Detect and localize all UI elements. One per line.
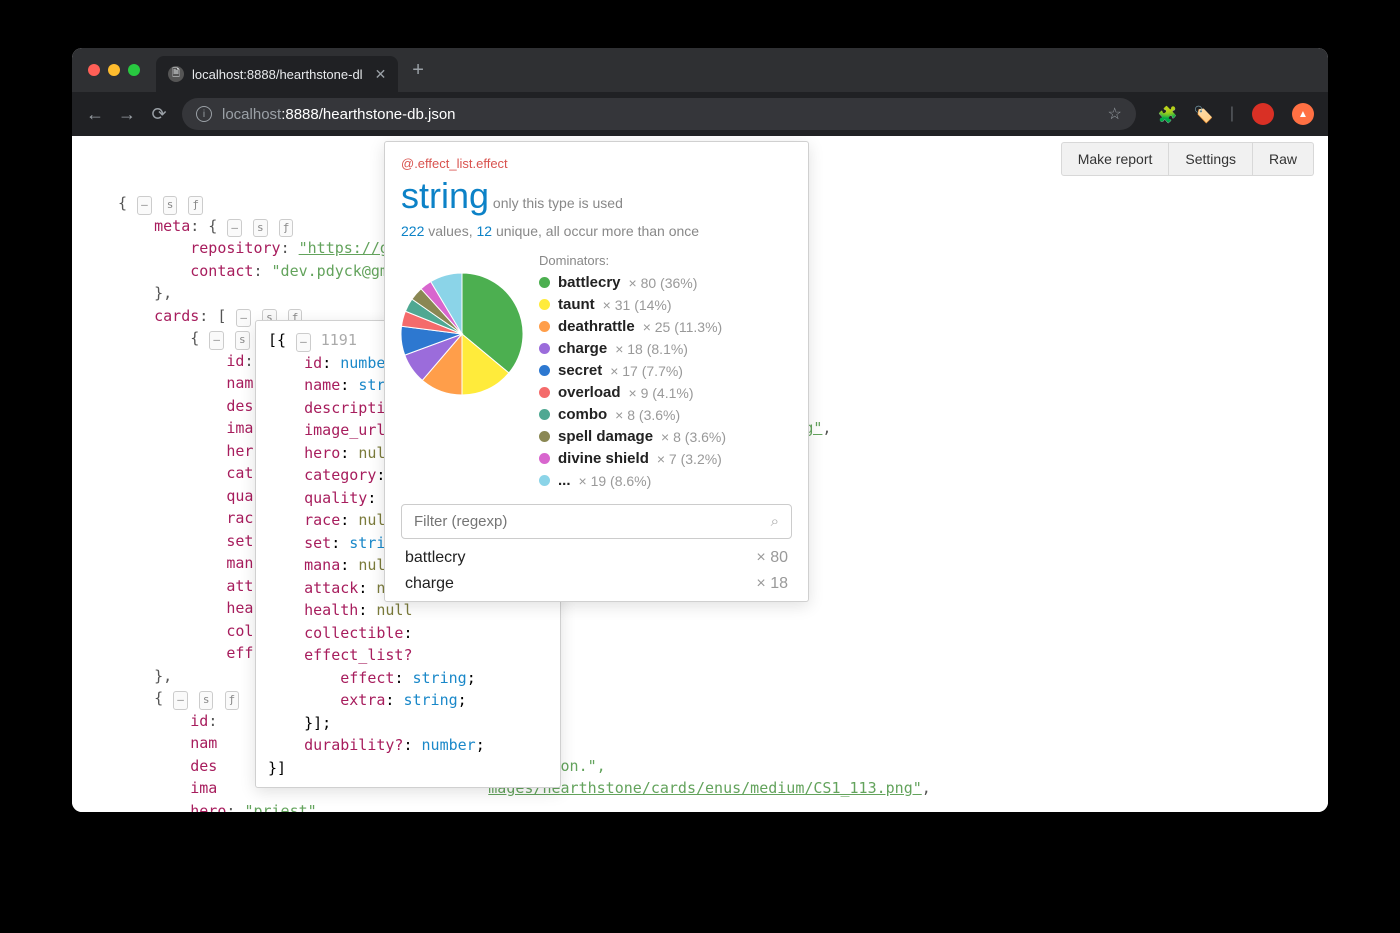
swatch-icon <box>539 299 550 310</box>
value-row[interactable]: charge × 18 <box>401 575 792 601</box>
signature-toggle[interactable]: s <box>199 691 214 710</box>
forward-button[interactable]: → <box>118 104 136 125</box>
new-tab-button[interactable]: + <box>398 59 438 82</box>
swatch-icon <box>539 387 550 398</box>
raw-button[interactable]: Raw <box>1253 142 1314 176</box>
extension-icon[interactable]: 🏷️ <box>1194 105 1212 123</box>
search-icon: ⌕ <box>771 513 779 530</box>
dominator-row[interactable]: spell damage × 8 (3.6%) <box>539 428 792 445</box>
collapse-toggle[interactable]: – <box>296 333 311 352</box>
stats-summary: 222 values, 12 unique, all occur more th… <box>401 223 792 239</box>
update-button[interactable]: ▲ <box>1292 103 1314 125</box>
tab-title: localhost:8888/hearthstone-dl <box>192 67 363 82</box>
collapse-toggle[interactable]: – <box>209 331 224 350</box>
dominator-row[interactable]: secret × 17 (7.7%) <box>539 362 792 379</box>
bookmark-icon[interactable]: ☆ <box>1108 104 1122 124</box>
settings-button[interactable]: Settings <box>1169 142 1253 176</box>
back-button[interactable]: ← <box>86 104 104 125</box>
dominator-row[interactable]: charge × 18 (8.1%) <box>539 340 792 357</box>
close-window-button[interactable] <box>88 64 100 76</box>
stats-popup: @.effect_list.effect string only this ty… <box>384 141 809 602</box>
favicon-icon: 🗎 <box>168 66 184 82</box>
swatch-icon <box>539 431 550 442</box>
dominator-row[interactable]: ... × 19 (8.6%) <box>539 472 792 489</box>
signature-toggle[interactable]: s <box>163 196 178 215</box>
dominator-row[interactable]: overload × 9 (4.1%) <box>539 384 792 401</box>
url-bar: ← → ⟳ i localhost:8888/hearthstone-db.js… <box>72 92 1328 136</box>
reload-button[interactable]: ⟳ <box>150 104 168 125</box>
item-count: 1191 <box>321 331 357 349</box>
filter-toggle[interactable]: ƒ <box>279 219 294 238</box>
page-content: Make report Settings Raw { – s ƒ meta: {… <box>72 136 1328 812</box>
swatch-icon <box>539 277 550 288</box>
type-label: string <box>401 175 489 217</box>
type-note: only this type is used <box>493 195 623 211</box>
dominators-title: Dominators: <box>539 253 792 268</box>
profile-avatar[interactable] <box>1252 103 1274 125</box>
swatch-icon <box>539 475 550 486</box>
collapse-toggle[interactable]: – <box>227 219 242 238</box>
filter-input[interactable] <box>414 513 771 530</box>
extensions: 🧩 🏷️ | ▲ <box>1158 103 1314 125</box>
swatch-icon <box>539 343 550 354</box>
filter-toggle[interactable]: ƒ <box>225 691 240 710</box>
json-path: @.effect_list.effect <box>401 156 792 171</box>
page-toolbar: Make report Settings Raw <box>1061 142 1314 176</box>
signature-toggle[interactable]: s <box>235 331 250 350</box>
signature-toggle[interactable]: s <box>253 219 268 238</box>
minimize-window-button[interactable] <box>108 64 120 76</box>
swatch-icon <box>539 321 550 332</box>
browser-window: 🗎 localhost:8888/hearthstone-dl ✕ + ← → … <box>72 48 1328 812</box>
value-row[interactable]: battlecry × 80 <box>401 539 792 575</box>
make-report-button[interactable]: Make report <box>1061 142 1170 176</box>
extension-icon[interactable]: 🧩 <box>1158 105 1176 123</box>
swatch-icon <box>539 453 550 464</box>
dominators-pie-chart <box>401 273 523 395</box>
collapse-toggle[interactable]: – <box>236 309 251 328</box>
dominator-row[interactable]: combo × 8 (3.6%) <box>539 406 792 423</box>
collapse-toggle[interactable]: – <box>137 196 152 215</box>
dominator-row[interactable]: divine shield × 7 (3.2%) <box>539 450 792 467</box>
window-controls <box>72 64 156 76</box>
browser-tab[interactable]: 🗎 localhost:8888/hearthstone-dl ✕ <box>156 56 398 92</box>
address-bar[interactable]: i localhost:8888/hearthstone-db.json ☆ <box>182 98 1136 130</box>
maximize-window-button[interactable] <box>128 64 140 76</box>
filter-toggle[interactable]: ƒ <box>188 196 203 215</box>
dominator-row[interactable]: battlecry × 80 (36%) <box>539 274 792 291</box>
site-info-icon[interactable]: i <box>196 106 212 122</box>
dominator-row[interactable]: deathrattle × 25 (11.3%) <box>539 318 792 335</box>
url-text: localhost:8888/hearthstone-db.json <box>222 106 456 123</box>
close-tab-button[interactable]: ✕ <box>375 66 387 83</box>
swatch-icon <box>539 365 550 376</box>
filter-field[interactable]: ⌕ <box>401 504 792 539</box>
dominator-row[interactable]: taunt × 31 (14%) <box>539 296 792 313</box>
dominators-list: Dominators: battlecry × 80 (36%) taunt ×… <box>539 253 792 494</box>
swatch-icon <box>539 409 550 420</box>
collapse-toggle[interactable]: – <box>173 691 188 710</box>
titlebar: 🗎 localhost:8888/hearthstone-dl ✕ + <box>72 48 1328 92</box>
